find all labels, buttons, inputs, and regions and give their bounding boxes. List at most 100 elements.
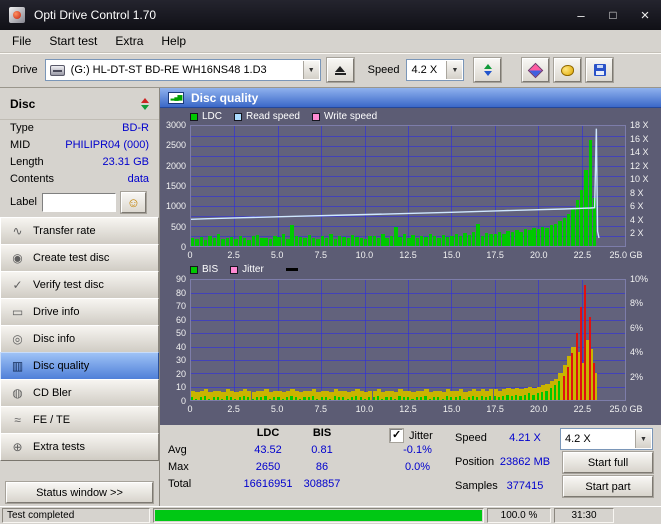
status-window-button[interactable]: Status window >>: [5, 481, 154, 504]
erase-disc-button[interactable]: [521, 57, 551, 83]
x-axis-tick: 10.0: [355, 404, 374, 414]
drive-select[interactable]: (G:) HL-DT-ST BD-RE WH16NS48 1.D3: [44, 59, 321, 81]
bis-bar: [458, 396, 462, 400]
refresh-disc-icon[interactable]: [141, 97, 149, 110]
sidebar-item-drive-info[interactable]: ▭ Drive info: [0, 298, 159, 326]
start-full-button[interactable]: Start full: [562, 451, 654, 474]
y-axis-tick-left: 70: [175, 301, 186, 312]
x-axis-tick: 20.0: [530, 250, 548, 260]
bis-bar: [398, 396, 401, 400]
sidebar-item-label: CD Bler: [33, 387, 72, 399]
speed-select[interactable]: 4.2 X: [406, 59, 465, 81]
bis-bar: [584, 285, 587, 400]
chevron-down-icon[interactable]: [635, 430, 651, 448]
sidebar-item-disc-info[interactable]: ◎ Disc info: [0, 325, 159, 353]
sidebar-item-create-test-disc[interactable]: ◉ Create test disc: [0, 244, 159, 272]
y-axis-tick-left: 2000: [165, 160, 186, 171]
window-title: Opti Drive Control 1.70: [34, 8, 157, 22]
refresh-drive-button[interactable]: [473, 57, 503, 83]
x-axis-tick: 2.5: [227, 404, 240, 414]
save-button[interactable]: [585, 57, 615, 83]
bis-bar: [394, 398, 397, 400]
sidebar-item-extra-tests[interactable]: ⊕ Extra tests: [0, 433, 159, 461]
y-axis-tick-right: 10%: [630, 274, 649, 284]
bis-bar: [294, 397, 297, 400]
info-value: 23.31 GB: [102, 156, 149, 168]
menu-item-extra[interactable]: Extra: [106, 31, 152, 51]
chevron-down-icon[interactable]: [302, 61, 319, 79]
jitter-checkbox-row: Jitter: [389, 428, 433, 443]
quality-speed-select[interactable]: 4.2 X: [560, 428, 653, 450]
info-label: Type: [10, 122, 34, 134]
legend-label: Write speed: [323, 111, 378, 122]
eject-button[interactable]: [325, 57, 355, 83]
jitter-delta-value: -0.1%: [403, 444, 432, 456]
bis-bar: [221, 398, 224, 400]
sidebar-item-disc-quality[interactable]: ▥ Disc quality: [0, 352, 159, 380]
menu-item-start-test[interactable]: Start test: [40, 31, 106, 51]
bis-bar: [286, 397, 289, 400]
menu-bar: File Start test Extra Help: [0, 30, 661, 53]
panel-title: Disc quality: [191, 90, 259, 105]
bis-bar: [407, 397, 410, 400]
info-value: PHILIPR04 (000): [65, 139, 149, 151]
bis-bar: [571, 353, 574, 400]
x-axis-tick: 12.5: [399, 250, 417, 260]
start-part-button[interactable]: Start part: [562, 475, 654, 498]
bis-bar: [415, 397, 418, 400]
maximize-button[interactable]: [597, 0, 629, 30]
sidebar-item-transfer-rate[interactable]: ∿ Transfer rate: [0, 217, 159, 245]
chevron-down-icon[interactable]: [446, 61, 463, 79]
bis-bar: [229, 397, 233, 400]
sidebar-item-fe-te[interactable]: ≈ FE / TE: [0, 406, 159, 434]
sidebar-item-label: Extra tests: [33, 441, 85, 453]
bis-bar: [476, 397, 479, 400]
y-axis-tick-left: 0: [180, 396, 186, 406]
y-axis-tick-right: 6%: [630, 322, 644, 333]
gridline-horizontal: [191, 319, 625, 321]
sidebar-item-cd-bler[interactable]: ◍ CD Bler: [0, 379, 159, 407]
chart-area: LDC Read speed Write speed 0 500 1000 1500 2000…: [160, 108, 661, 425]
sidebar-item-label: Disc info: [33, 333, 76, 345]
minimize-button[interactable]: [565, 0, 597, 30]
jitter-checkbox[interactable]: [389, 428, 404, 443]
bis-bar: [381, 398, 384, 400]
x-axis-tick: 17.5: [486, 250, 504, 260]
sidebar-item-label: Verify test disc: [33, 279, 104, 291]
legend-item: Write speed: [311, 111, 378, 122]
progress-fill: [155, 510, 482, 521]
options-button[interactable]: [553, 57, 583, 83]
y-axis-tick-right: 18 X: [630, 120, 649, 130]
bis-bar: [536, 393, 539, 400]
y-axis-tick-left: 80: [175, 287, 186, 298]
menu-item-file[interactable]: File: [3, 31, 40, 51]
bis-bar: [450, 397, 453, 400]
bis-bar: [493, 396, 496, 400]
status-text: Test completed: [2, 508, 150, 523]
bis-bar: [523, 394, 526, 400]
x-axis-tick: 20.0: [530, 404, 548, 414]
bis-bar: [502, 396, 505, 400]
sidebar-item-verify-test-disc[interactable]: ✓ Verify test disc: [0, 271, 159, 299]
legend-swatch: [230, 265, 239, 274]
disc-label-button[interactable]: [119, 190, 147, 214]
bis-bar: [480, 396, 483, 400]
x-axis-tick: 17.5: [486, 404, 504, 414]
bis-bar: [260, 397, 263, 400]
bis-bar: [588, 317, 591, 400]
y-axis-tick-left: 40: [175, 341, 186, 352]
bis-bar: [497, 397, 500, 400]
bis-bar: [549, 388, 552, 400]
menu-item-help[interactable]: Help: [152, 31, 195, 51]
y-axis-tick-right: 12 X: [630, 160, 649, 171]
x-axis-tick: 22.5: [573, 250, 592, 260]
x-axis-tick: 10.0: [355, 250, 374, 260]
read-speed-line: [191, 126, 625, 246]
bis-bar: [562, 376, 565, 400]
bis-bar: [342, 397, 345, 400]
drive-icon: [49, 64, 65, 76]
bis-bar: [242, 396, 245, 400]
close-button[interactable]: [629, 0, 661, 30]
progress-bar: [153, 508, 484, 523]
label-input[interactable]: [41, 192, 116, 212]
